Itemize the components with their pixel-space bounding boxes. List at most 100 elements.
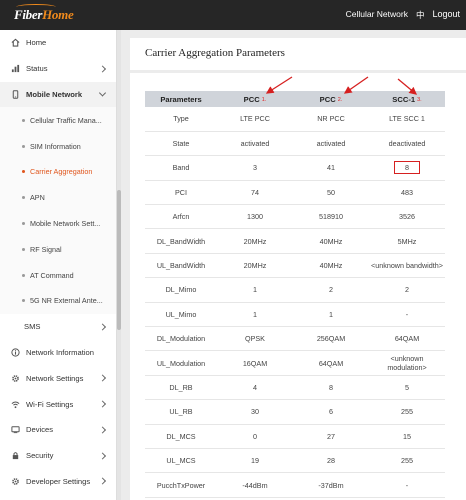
language-toggle[interactable]: 中 (416, 9, 425, 21)
table-row: Type LTE PCC NR PCC LTE SCC 1 (145, 107, 445, 132)
parameter-value: NR PCC (317, 114, 345, 124)
parameter-name-cell: Arfcn (145, 204, 217, 230)
parameter-value: 256QAM (316, 334, 346, 344)
annotation-marker: 2. (337, 96, 343, 103)
parameter-name-cell: Band (145, 155, 217, 181)
parameter-value: 1 (253, 309, 257, 319)
logout-link[interactable]: Logout (432, 9, 460, 21)
sidebar-item-wifi-settings[interactable]: Wi-Fi Settings (0, 391, 116, 417)
parameter-name-cell: Type (145, 107, 217, 132)
parameter-value: 1 (329, 309, 333, 319)
parameter-value-cell: 1 (293, 302, 369, 328)
parameter-value: LTE PCC (240, 114, 270, 124)
parameter-value-cell: 74 (217, 180, 293, 206)
sidebar-subitem-5g-nr-external-antenna[interactable]: 5G NR External Ante... (0, 287, 116, 314)
parameter-value-cell: 8 (369, 155, 445, 181)
info-icon (11, 348, 20, 357)
parameter-value-cell: 255 (369, 448, 445, 474)
sidebar-item-status[interactable]: Status (0, 56, 116, 82)
parameter-name: DL_MCS (166, 431, 196, 441)
parameter-value: activated (316, 139, 346, 149)
sidebar-subitem-carrier-aggregation[interactable]: Carrier Aggregation (0, 158, 116, 185)
table-header-row: Parameters PCC 1. PCC 2. SCC-1 3. (145, 91, 445, 107)
wifi-icon (11, 400, 20, 409)
parameter-value: - (405, 480, 409, 490)
column-header-scc-1: SCC-1 3. (369, 91, 445, 107)
gear-icon (11, 374, 20, 383)
bullet-icon (22, 118, 25, 122)
parameter-name: UL_Mimo (165, 309, 197, 319)
sidebar-item-home[interactable]: Home (0, 30, 116, 56)
column-header-label: SCC-1 (392, 94, 416, 104)
sidebar-item-label: SMS (24, 322, 41, 332)
parameter-value-cell: LTE SCC 1 (369, 107, 445, 132)
sidebar-subitem-cellular-traffic[interactable]: Cellular Traffic Mana... (0, 107, 116, 134)
sidebar-subitem-rf-signal[interactable]: RF Signal (0, 236, 116, 263)
parameter-name-cell: PucchTxPower (145, 472, 217, 498)
sidebar-subitem-label: APN (30, 193, 45, 203)
parameter-name-cell: DL_RB (145, 375, 217, 401)
parameter-value-cell: 5MHz (369, 228, 445, 254)
parameter-value-cell: 2 (369, 277, 445, 303)
sidebar-item-label: Developer Settings (26, 476, 91, 486)
parameter-name-cell: DL_MCS (145, 424, 217, 449)
parameter-value: 0 (253, 431, 257, 441)
parameter-value-cell: 255 (369, 399, 445, 425)
parameter-value: 1300 (247, 212, 263, 222)
sidebar-item-developer-settings[interactable]: Developer Settings (0, 469, 116, 495)
logo-accent-text: Home (42, 7, 74, 22)
sidebar-subitem-at-command[interactable]: AT Command (0, 262, 116, 288)
chevron-right-icon (98, 426, 107, 434)
fiberhome-logo[interactable]: FiberHome (14, 7, 74, 23)
parameter-value-cell: activated (293, 131, 369, 157)
parameter-name-cell: UL_Mimo (145, 302, 217, 328)
parameter-value: - (405, 309, 409, 319)
parameter-value-cell: 1 (217, 302, 293, 328)
sidebar-subitem-mobile-network-settings[interactable]: Mobile Network Sett... (0, 210, 116, 237)
column-header-label: Parameters (160, 94, 202, 104)
sidebar-item-network-settings[interactable]: Network Settings (0, 365, 116, 391)
parameter-value-cell: 40MHz (293, 253, 369, 279)
parameter-value: 64QAM (318, 358, 344, 368)
parameter-value: 40MHz (319, 236, 343, 246)
parameter-name: Arfcn (172, 212, 190, 222)
parameter-value: 74 (251, 187, 259, 197)
bullet-icon (22, 273, 25, 277)
sidebar-item-security[interactable]: Security (0, 443, 116, 469)
parameter-value: LTE SCC 1 (389, 114, 425, 124)
sidebar-subitem-apn[interactable]: APN (0, 184, 116, 211)
sidebar-scrollbar-thumb[interactable] (117, 190, 121, 330)
sidebar-subitem-sim-information[interactable]: SIM Information (0, 133, 116, 159)
parameter-value: QPSK (245, 334, 265, 344)
bullet-icon (22, 170, 25, 174)
sidebar-item-mobile-network[interactable]: Mobile Network (0, 81, 116, 108)
parameter-name: State (172, 139, 190, 149)
parameter-name-cell: PCI (145, 180, 217, 206)
sidebar-item-sms[interactable]: SMS (0, 314, 116, 340)
parameter-value: 27 (327, 431, 335, 441)
chevron-right-icon (98, 374, 107, 382)
sidebar-item-network-information[interactable]: Network Information (0, 340, 116, 366)
sidebar-subitem-label: Mobile Network Sett... (30, 218, 101, 228)
parameter-value-cell: - (369, 472, 445, 498)
parameter-value: -44dBm (242, 480, 268, 490)
bar-chart-icon (11, 64, 20, 73)
parameter-value-cell: 3526 (369, 204, 445, 230)
table-row: PCI 74 50 483 (145, 180, 445, 206)
parameter-value: <unknown bandwidth> (371, 261, 443, 271)
parameter-value: 50 (327, 187, 335, 197)
sidebar-subitem-label: RF Signal (30, 244, 62, 254)
parameter-value: 15 (403, 431, 411, 441)
parameter-value: -37dBm (318, 480, 344, 490)
parameter-name: UL_MCS (166, 456, 196, 466)
sidebar-item-devices[interactable]: Devices (0, 417, 116, 443)
bullet-icon (22, 144, 25, 148)
sidebar-subitem-label: SIM Information (30, 141, 81, 151)
parameter-value: 3 (253, 163, 257, 173)
sidebar-item-label: Network Settings (26, 373, 84, 383)
table-row: Band 3 41 8 (145, 155, 445, 181)
parameter-value-cell: 2 (293, 277, 369, 303)
parameter-value-cell: <unknown modulation> (369, 350, 445, 376)
annotation-marker: 1. (261, 96, 267, 103)
parameter-value-cell: 4 (217, 375, 293, 401)
